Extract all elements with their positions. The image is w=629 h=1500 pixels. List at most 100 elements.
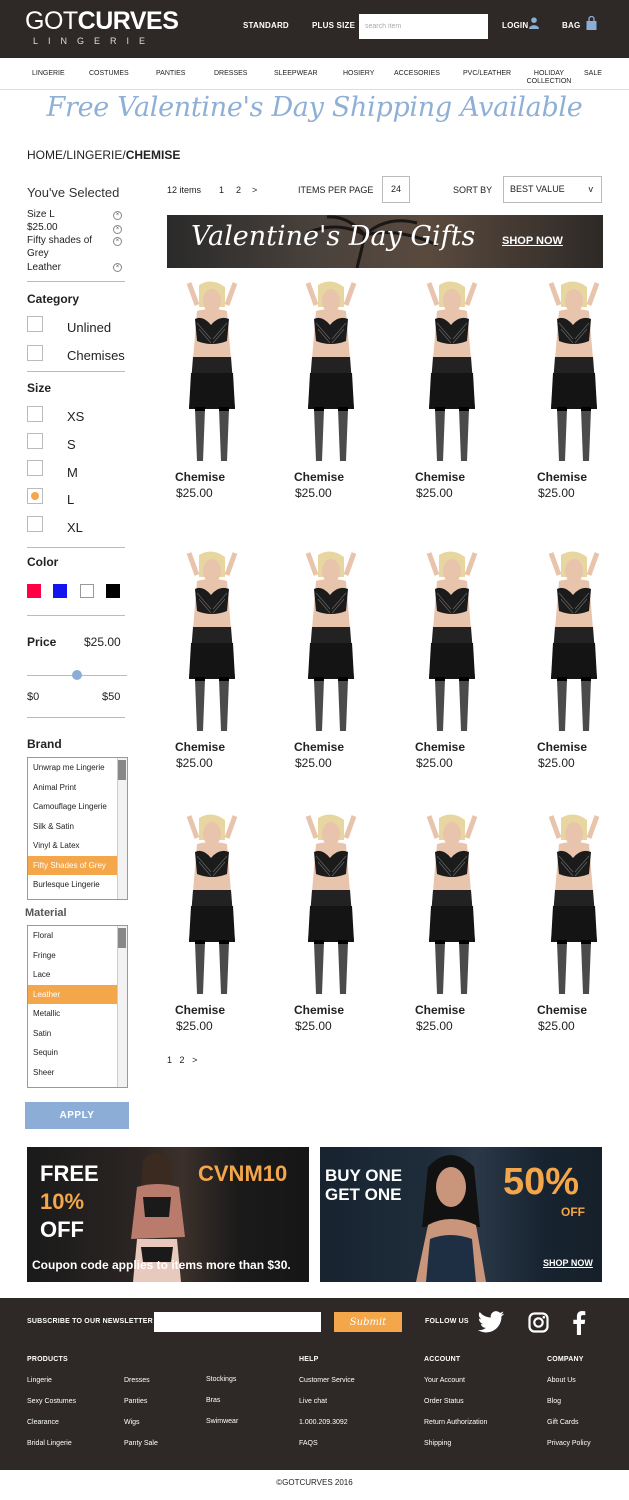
valentines-gifts-banner[interactable]: Valentine's Day Gifts SHOP NOW [167, 215, 603, 268]
product-name[interactable]: Chemise [175, 740, 225, 754]
product-image[interactable] [529, 281, 619, 461]
product-image[interactable] [167, 814, 257, 994]
product-card[interactable]: Chemise $25.00 [286, 281, 376, 511]
footer-link[interactable]: Blog [547, 1398, 561, 1405]
instagram-icon[interactable] [528, 1312, 549, 1333]
newsletter-submit-button[interactable]: Submit [334, 1312, 402, 1332]
product-card[interactable]: Chemise $25.00 [286, 551, 376, 781]
product-name[interactable]: Chemise [294, 1003, 344, 1017]
color-swatch-white[interactable] [80, 584, 94, 598]
color-swatch-red[interactable] [27, 584, 41, 598]
product-name[interactable]: Chemise [537, 740, 587, 754]
material-scrollbar[interactable] [117, 926, 127, 1087]
bag-link[interactable]: BAG [562, 21, 580, 30]
nav-standard[interactable]: STANDARD [243, 21, 289, 30]
material-option[interactable]: Fringe [28, 946, 118, 966]
product-card[interactable]: Chemise $25.00 [529, 814, 619, 1044]
product-name[interactable]: Chemise [537, 470, 587, 484]
checkbox-unlined[interactable] [27, 316, 43, 332]
footer-link[interactable]: Return Authorization [424, 1419, 487, 1426]
product-image[interactable] [529, 814, 619, 994]
material-option-selected[interactable]: Leather [28, 984, 118, 1004]
page-next[interactable]: > [192, 1055, 197, 1065]
remove-material-icon[interactable]: × [113, 263, 122, 272]
footer-link[interactable]: Shipping [424, 1440, 451, 1447]
product-name[interactable]: Chemise [294, 740, 344, 754]
brand-option[interactable]: Animal Print [28, 778, 118, 798]
footer-link[interactable]: Gift Cards [547, 1419, 579, 1426]
category-accesories[interactable]: ACCESORIES [394, 70, 440, 78]
material-option[interactable]: Sheer [28, 1063, 118, 1083]
facebook-icon[interactable] [572, 1311, 586, 1335]
footer-link[interactable]: Privacy Policy [547, 1440, 591, 1447]
brand-option[interactable]: Vinyl & Latex [28, 836, 118, 856]
product-name[interactable]: Chemise [294, 470, 344, 484]
login-link[interactable]: LOGIN [502, 21, 528, 30]
footer-link[interactable]: Bridal Lingerie [27, 1440, 72, 1447]
footer-link[interactable]: About Us [547, 1377, 576, 1384]
shopping-bag-icon[interactable] [586, 16, 597, 30]
checkbox-size-xs[interactable] [27, 406, 43, 422]
product-name[interactable]: Chemise [537, 1003, 587, 1017]
brand-option-selected[interactable]: Fifty Shades of Grey [28, 855, 118, 875]
bogo-promo-banner[interactable]: BUY ONE GET ONE 50% OFF SHOP NOW [320, 1147, 602, 1282]
brand-option[interactable]: Unwrap me Lingerie [28, 758, 118, 778]
promo-shop-now[interactable]: SHOP NOW [543, 1258, 593, 1268]
category-panties[interactable]: PANTIES [156, 70, 185, 78]
product-card[interactable]: Chemise $25.00 [167, 551, 257, 781]
items-per-page-input[interactable]: 24 [382, 176, 410, 203]
category-costumes[interactable]: COSTUMES [89, 70, 129, 78]
category-dresses[interactable]: DRESSES [214, 70, 247, 78]
footer-link[interactable]: Panty Sale [124, 1440, 158, 1447]
brand-option[interactable]: Silk & Satin [28, 817, 118, 837]
product-image[interactable] [167, 281, 257, 461]
product-card[interactable]: Chemise $25.00 [167, 281, 257, 511]
material-option[interactable]: Metallic [28, 1004, 118, 1024]
gift-banner-shop-now[interactable]: SHOP NOW [502, 235, 563, 247]
footer-link[interactable]: Bras [206, 1397, 220, 1404]
remove-brand-icon[interactable]: × [113, 237, 122, 246]
brand-option[interactable]: Camouflage Lingerie [28, 797, 118, 817]
product-name[interactable]: Chemise [415, 1003, 465, 1017]
color-swatch-blue[interactable] [53, 584, 67, 598]
category-holiday-collection[interactable]: HOLIDAY COLLECTION [526, 70, 572, 86]
category-hosiery[interactable]: HOSIERY [343, 70, 374, 78]
search-input[interactable] [359, 14, 488, 39]
footer-link[interactable]: Dresses [124, 1377, 150, 1384]
material-scroll-thumb[interactable] [118, 928, 126, 948]
coupon-promo-banner[interactable]: FREE 10% OFF CVNM10 Coupon code applies … [27, 1147, 309, 1282]
newsletter-email-input[interactable] [154, 1312, 321, 1332]
remove-price-icon[interactable]: × [113, 225, 122, 234]
product-name[interactable]: Chemise [415, 470, 465, 484]
category-lingerie[interactable]: LINGERIE [32, 70, 65, 78]
product-card[interactable]: Chemise $25.00 [286, 814, 376, 1044]
footer-link[interactable]: FAQS [299, 1440, 318, 1447]
checkbox-size-m[interactable] [27, 460, 43, 476]
user-icon[interactable] [529, 17, 539, 29]
product-card[interactable]: Chemise $25.00 [407, 814, 497, 1044]
material-listbox[interactable]: Floral Fringe Lace Leather Metallic Sati… [27, 925, 128, 1088]
price-slider-thumb[interactable] [72, 670, 82, 680]
product-name[interactable]: Chemise [175, 470, 225, 484]
brand-listbox[interactable]: Unwrap me Lingerie Animal Print Camoufla… [27, 757, 128, 900]
product-card[interactable]: Chemise $25.00 [407, 281, 497, 511]
brand-scrollbar[interactable] [117, 758, 127, 899]
page-link-2[interactable]: 2 [180, 1055, 185, 1065]
product-name[interactable]: Chemise [415, 740, 465, 754]
brand-scroll-thumb[interactable] [118, 760, 126, 780]
footer-link[interactable]: Swimwear [206, 1418, 238, 1425]
product-card[interactable]: Chemise $25.00 [407, 551, 497, 781]
footer-link[interactable]: Sexy Costumes [27, 1398, 76, 1405]
footer-link[interactable]: Wigs [124, 1419, 140, 1426]
page-link-1[interactable]: 1 [167, 1055, 172, 1065]
footer-link[interactable]: Your Account [424, 1377, 465, 1384]
material-option[interactable]: Lace [28, 965, 118, 985]
footer-link[interactable]: Panties [124, 1398, 147, 1405]
page-link-1[interactable]: 1 [219, 185, 224, 195]
product-image[interactable] [167, 551, 257, 731]
brand-option[interactable]: Burlesque Lingerie [28, 875, 118, 895]
product-name[interactable]: Chemise [175, 1003, 225, 1017]
product-image[interactable] [286, 814, 376, 994]
sort-select[interactable]: BEST VALUE v [503, 176, 602, 203]
product-image[interactable] [286, 551, 376, 731]
